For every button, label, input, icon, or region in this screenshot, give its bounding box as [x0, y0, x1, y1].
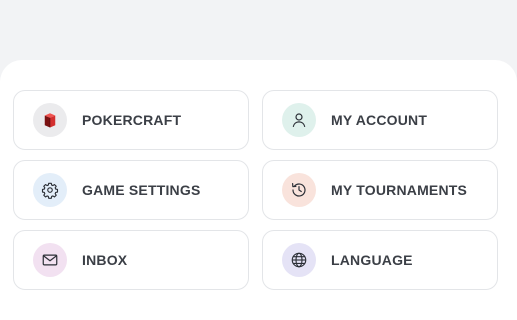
menu-item-label: LANGUAGE — [331, 252, 413, 268]
user-icon — [292, 113, 306, 127]
menu-item-game-settings[interactable]: GAME SETTINGS — [13, 160, 249, 220]
menu-item-pokercraft[interactable]: POKERCRAFT — [13, 90, 249, 150]
menu-item-language[interactable]: LANGUAGE — [262, 230, 498, 290]
menu-item-label: MY ACCOUNT — [331, 112, 428, 128]
history-clock-icon — [292, 183, 306, 197]
language-icon-wrap — [282, 243, 316, 277]
menu-item-my-tournaments[interactable]: MY TOURNAMENTS — [262, 160, 498, 220]
my-account-icon-wrap — [282, 103, 316, 137]
pokercraft-cube-icon — [44, 113, 56, 128]
envelope-icon — [42, 254, 58, 266]
menu-item-inbox[interactable]: INBOX — [13, 230, 249, 290]
menu-item-label: INBOX — [82, 252, 128, 268]
gear-icon — [41, 182, 59, 199]
menu-item-label: POKERCRAFT — [82, 112, 182, 128]
menu-item-label: MY TOURNAMENTS — [331, 182, 468, 198]
pokercraft-icon-wrap — [33, 103, 67, 137]
inbox-icon-wrap — [33, 243, 67, 277]
menu-sheet: POKERCRAFT MY ACCOUNT GAME SETTINGS MY T… — [0, 60, 517, 320]
globe-icon — [291, 252, 307, 268]
menu-grid: POKERCRAFT MY ACCOUNT GAME SETTINGS MY T… — [13, 90, 499, 290]
game-settings-icon-wrap — [33, 173, 67, 207]
my-tournaments-icon-wrap — [282, 173, 316, 207]
menu-item-label: GAME SETTINGS — [82, 182, 201, 198]
menu-item-my-account[interactable]: MY ACCOUNT — [262, 90, 498, 150]
